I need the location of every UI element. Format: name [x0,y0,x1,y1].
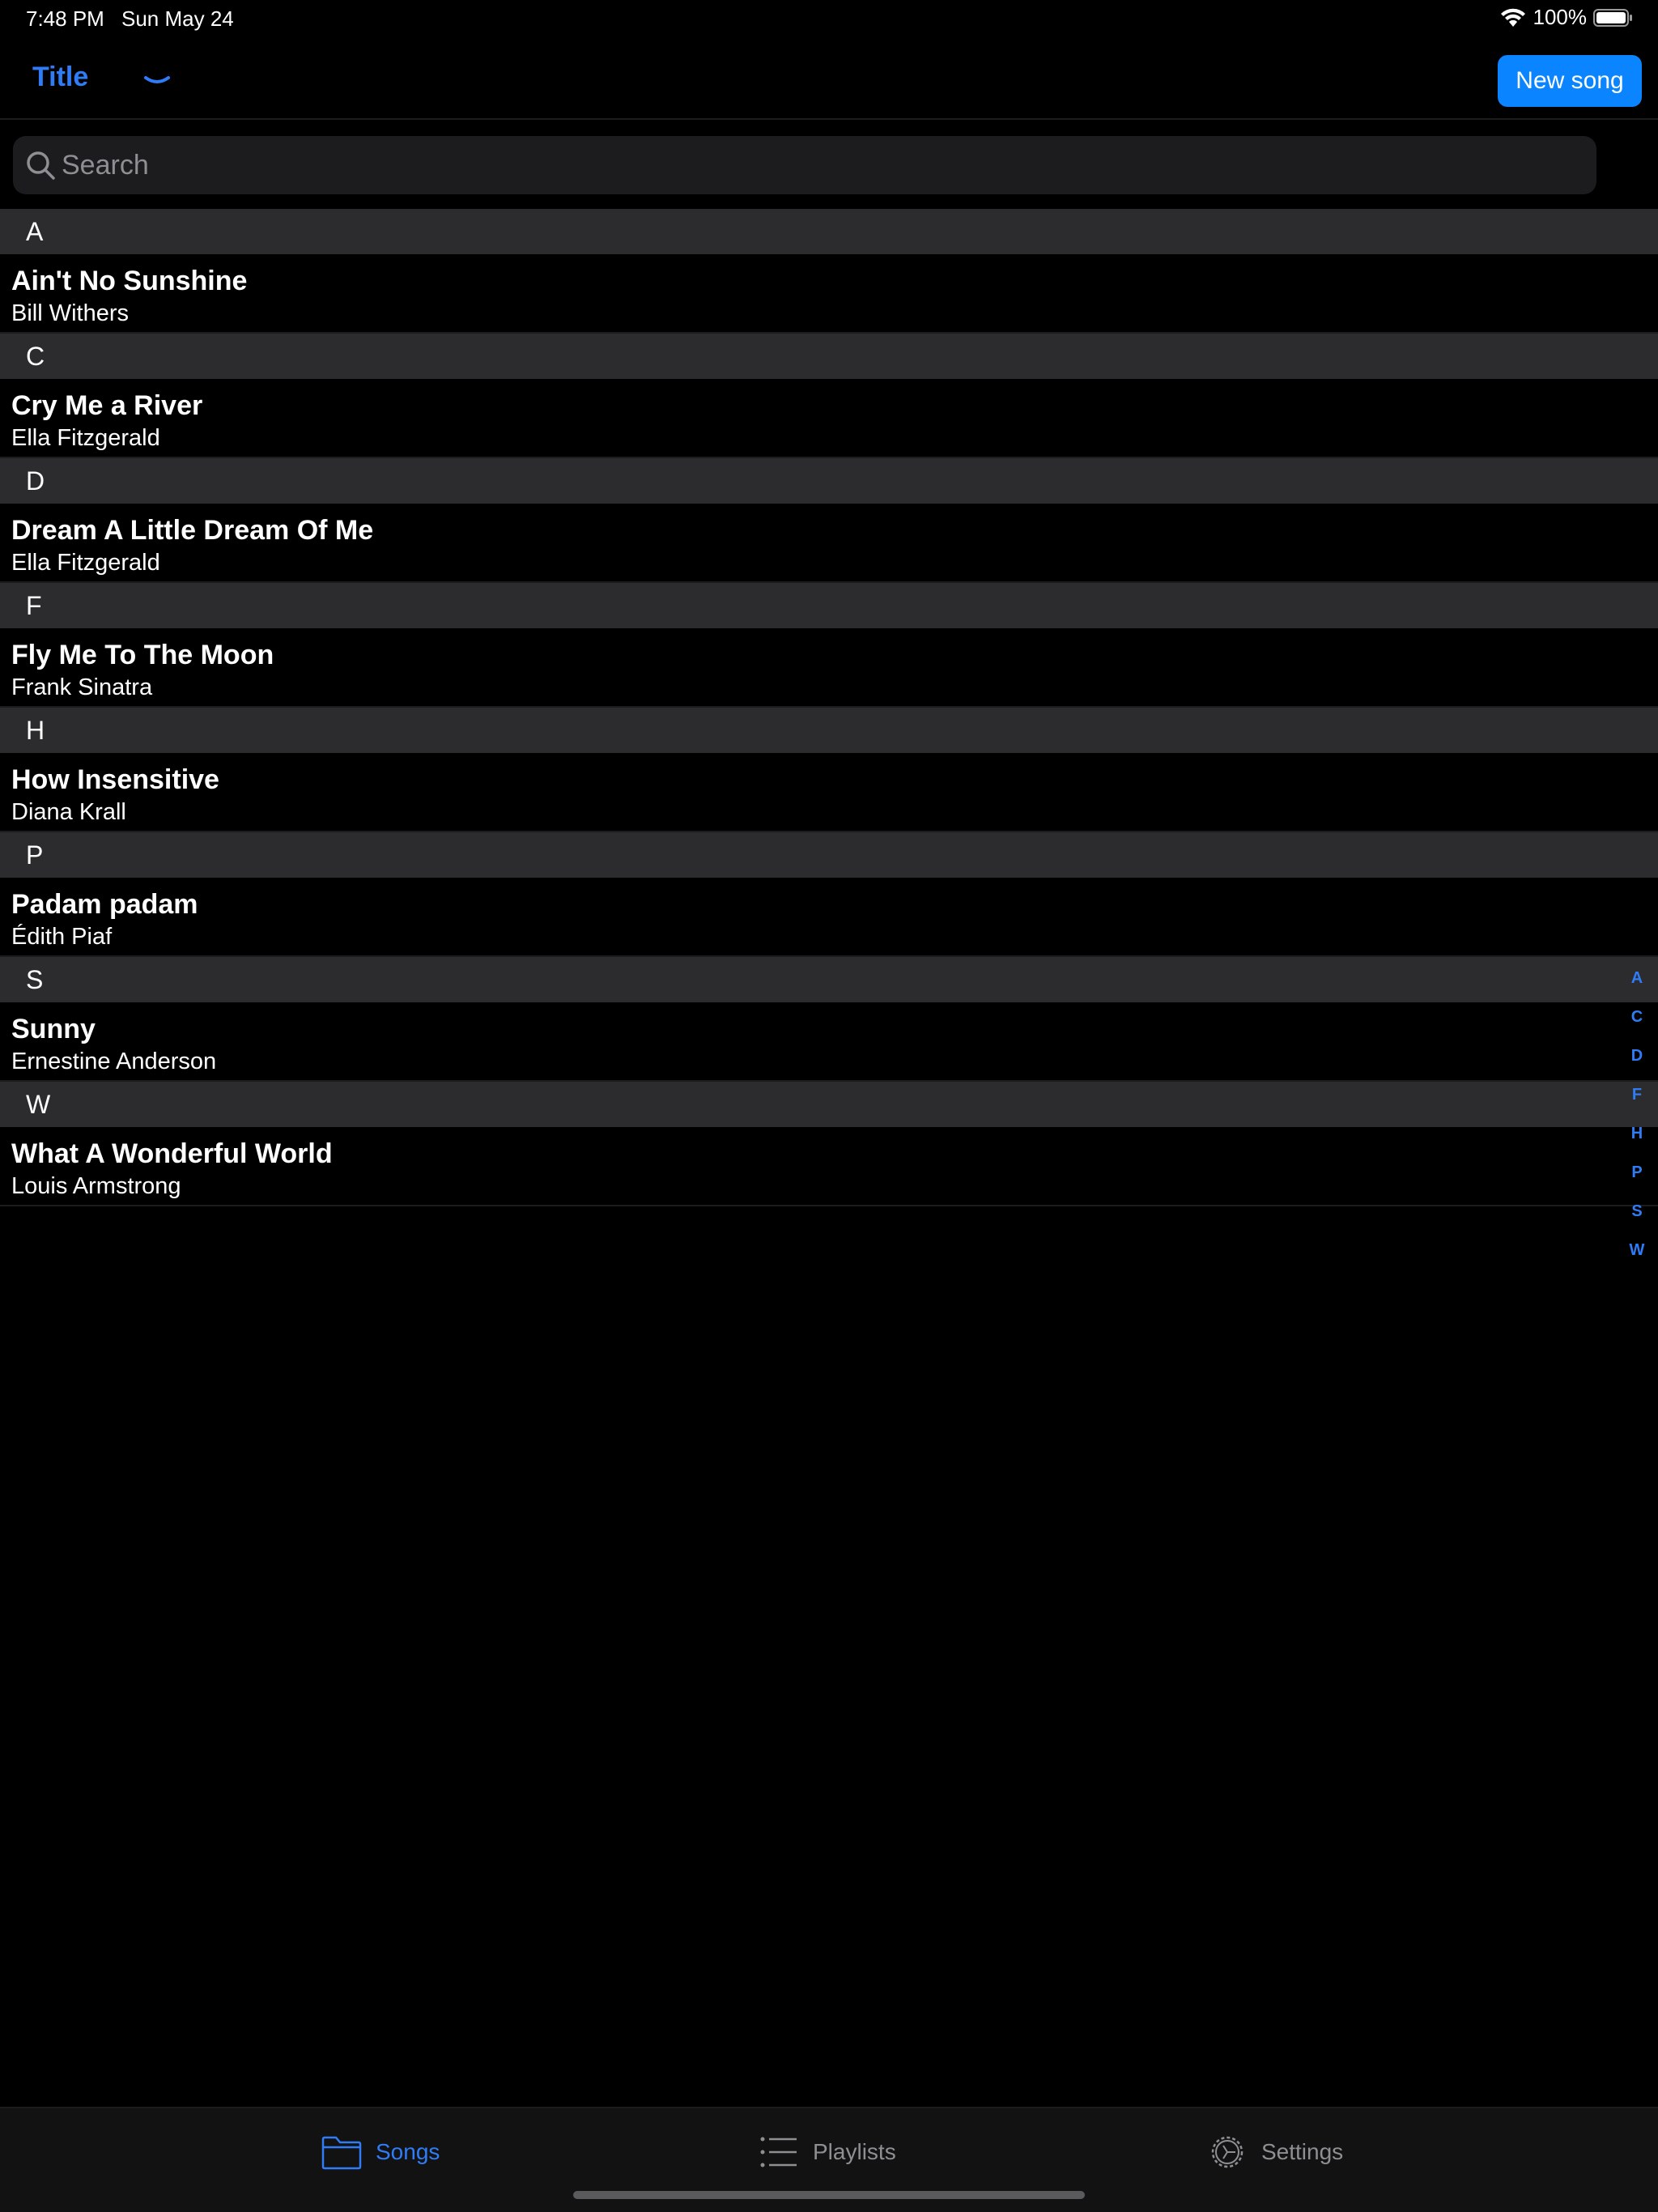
song-artist: Édith Piaf [11,924,113,950]
tab-playlists[interactable]: Playlists [758,2129,896,2175]
song-artist: Ella Fitzgerald [11,425,160,451]
song-title: How Insensitive [11,764,219,795]
section-header-w: W [0,1082,1658,1127]
search-bar[interactable] [13,136,1596,194]
song-artist: Ella Fitzgerald [11,550,160,576]
song-row[interactable]: Padam padam Édith Piaf [0,878,1658,957]
song-row[interactable]: Dream A Little Dream Of Me Ella Fitzgera… [0,504,1658,583]
section-index: A C D F H P S W [1593,959,1658,1270]
song-row[interactable]: How Insensitive Diana Krall [0,753,1658,832]
section-header-h: H [0,708,1658,753]
index-item-f[interactable]: F [1622,1075,1652,1114]
new-song-button[interactable]: New song [1498,55,1642,107]
section-header-d: D [0,458,1658,504]
index-item-a[interactable]: A [1622,959,1652,998]
song-row[interactable]: What A Wonderful World Louis Armstrong [0,1127,1658,1206]
song-artist: Bill Withers [11,300,130,326]
tab-label: Playlists [813,2139,896,2164]
status-date: Sun May 24 [121,6,234,31]
tab-label: Settings [1261,2139,1344,2164]
search-input[interactable] [62,136,1584,194]
battery-icon [1593,8,1632,27]
song-title: Sunny [11,1014,96,1044]
index-item-d[interactable]: D [1622,1036,1652,1075]
index-item-w[interactable]: W [1622,1231,1652,1270]
song-title: Fly Me To The Moon [11,640,274,670]
index-item-h[interactable]: H [1622,1114,1652,1153]
navigation-bar: Title New song [0,39,1658,120]
status-bar: 7:48 PM Sun May 24 100% [0,0,1658,39]
section-header-s: S [0,957,1658,1002]
song-title: What A Wonderful World [11,1138,333,1169]
song-artist: Frank Sinatra [11,674,153,700]
tab-label: Songs [376,2139,440,2164]
tab-settings[interactable]: Settings [1206,2129,1343,2175]
song-row[interactable]: Ain't No Sunshine Bill Withers [0,254,1658,334]
index-item-s[interactable]: S [1622,1192,1652,1231]
search-icon [27,151,55,180]
gear-icon [1211,2136,1244,2168]
status-time: 7:48 PM [26,6,104,31]
section-header-a: A [0,209,1658,254]
song-title: Padam padam [11,889,198,920]
list-icon [760,2137,797,2167]
wifi-icon [1500,8,1525,27]
section-header-f: F [0,583,1658,628]
song-title: Cry Me a River [11,390,203,421]
song-row[interactable]: Sunny Ernestine Anderson [0,1002,1658,1082]
folder-icon [321,2136,362,2170]
tab-songs[interactable]: Songs [321,2129,440,2175]
status-indicators: 100% [1499,5,1635,30]
song-row[interactable]: Fly Me To The Moon Frank Sinatra [0,628,1658,708]
index-item-p[interactable]: P [1622,1153,1652,1192]
song-row[interactable]: Cry Me a River Ella Fitzgerald [0,379,1658,458]
song-artist: Diana Krall [11,799,126,825]
section-header-c: C [0,334,1658,379]
song-title: Dream A Little Dream Of Me [11,515,374,546]
section-header-p: P [0,832,1658,878]
song-artist: Louis Armstrong [11,1173,181,1199]
index-item-c[interactable]: C [1622,998,1652,1036]
battery-percentage: 100% [1533,5,1588,29]
song-title: Ain't No Sunshine [11,266,248,296]
chevron-down-icon[interactable] [142,71,172,89]
song-artist: Ernestine Anderson [11,1049,217,1074]
song-list: A Ain't No Sunshine Bill Withers C Cry M… [0,209,1658,1206]
home-indicator[interactable] [573,2191,1085,2199]
sort-title-button[interactable]: Title [32,62,88,93]
